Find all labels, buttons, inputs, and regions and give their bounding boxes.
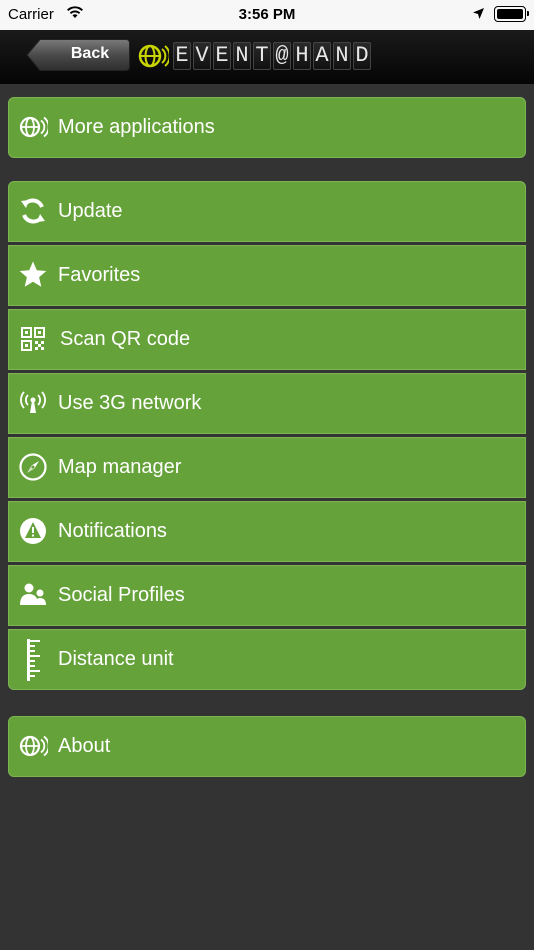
menu-item-label: About — [58, 735, 111, 757]
menu-item-update[interactable]: Update — [8, 181, 526, 242]
ruler-icon — [18, 638, 48, 682]
logo-letter: T — [253, 42, 271, 70]
people-icon — [18, 580, 48, 610]
antenna-icon — [18, 388, 48, 418]
logo-letters: E V E N T @ H A N D — [173, 42, 371, 70]
globe-signal-icon — [137, 40, 171, 77]
menu-item-label: Distance unit — [58, 648, 174, 670]
logo-letter: E — [213, 42, 231, 70]
menu-item-distance-unit[interactable]: Distance unit — [8, 629, 526, 690]
location-arrow-icon — [472, 7, 485, 24]
menu-item-label: Social Profiles — [58, 584, 185, 606]
alert-icon — [18, 516, 48, 546]
logo-letter: V — [193, 42, 211, 70]
menu-item-label: Notifications — [58, 520, 167, 542]
logo-letter: N — [233, 42, 251, 70]
status-bar: Carrier 3:56 PM — [0, 0, 534, 30]
navigation-bar: Back E V E N T @ H A N D — [0, 30, 534, 84]
menu-item-map-manager[interactable]: Map manager — [8, 437, 526, 498]
back-button-label: Back — [70, 45, 110, 62]
menu-group-settings: Update Favorites Scan QR code Use 3G net… — [8, 181, 526, 690]
menu-item-scan-qr-code[interactable]: Scan QR code — [8, 309, 526, 370]
compass-icon — [18, 452, 48, 482]
logo-letter: @ — [273, 42, 291, 70]
menu-item-label: More applications — [58, 116, 215, 138]
globe-signal-icon — [18, 112, 50, 142]
menu-item-label: Update — [58, 200, 123, 222]
logo-letter: E — [173, 42, 191, 70]
star-icon — [18, 260, 48, 290]
logo-letter: H — [293, 42, 311, 70]
clock: 3:56 PM — [238, 6, 296, 23]
globe-signal-icon — [18, 731, 50, 761]
menu-item-label: Favorites — [58, 264, 141, 286]
menu-item-social-profiles[interactable]: Social Profiles — [8, 565, 526, 626]
menu-item-about[interactable]: About — [8, 716, 526, 777]
logo-letter: A — [313, 42, 331, 70]
logo-letter: N — [333, 42, 351, 70]
menu-item-notifications[interactable]: Notifications — [8, 501, 526, 562]
logo-letter: D — [353, 42, 371, 70]
menu-item-favorites[interactable]: Favorites — [8, 245, 526, 306]
menu-group-about: About — [8, 716, 526, 777]
menu-item-use-3g-network[interactable]: Use 3G network — [8, 373, 526, 434]
refresh-icon — [18, 196, 48, 226]
back-button[interactable]: Back — [26, 38, 131, 72]
menu-item-more-applications[interactable]: More applications — [8, 97, 526, 158]
qr-code-icon — [18, 324, 48, 354]
menu-item-label: Map manager — [58, 456, 182, 478]
menu-item-label: Scan QR code — [60, 328, 191, 350]
menu-item-label: Use 3G network — [58, 392, 202, 414]
menu-group-apps: More applications — [8, 97, 526, 158]
battery-icon — [494, 6, 529, 22]
